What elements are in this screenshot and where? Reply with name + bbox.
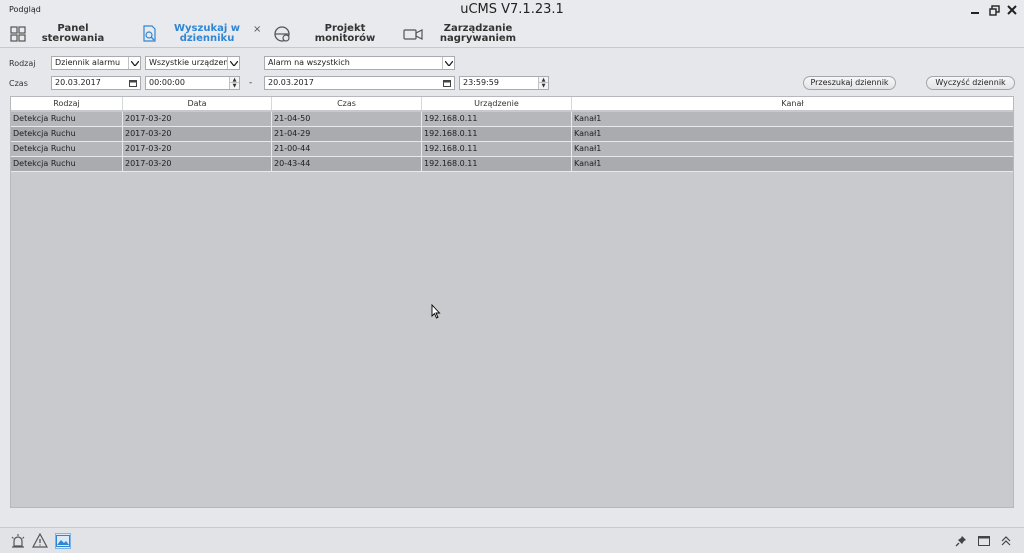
start-date-input[interactable]: 20.03.2017 [51,76,141,90]
cell-date: 2017-03-20 [123,112,272,126]
column-header[interactable]: Urządzenie [422,97,572,111]
cell-date: 2017-03-20 [123,142,272,156]
mouse-cursor-icon [431,304,441,319]
tab-monitor-project-label: Projekt monitorów [314,23,376,44]
cell-date: 2017-03-20 [123,127,272,141]
collapse-icon[interactable] [998,533,1014,549]
tab-search-log[interactable]: Wyszukaj w dzienniku [140,20,260,48]
cell-date: 2017-03-20 [123,157,272,171]
search-log-button[interactable]: Przeszukaj dziennik [803,76,896,90]
cell-channel: Kanał1 [574,114,602,123]
table-row[interactable]: Detekcja Ruchu 2017-03-20 21-04-50 192.1… [11,112,1013,127]
start-time-input[interactable]: 00:00:00 ▲ ▼ [145,76,240,90]
time-label: Czas [9,79,28,88]
warning-icon[interactable] [32,533,48,549]
tab-recording-management-label: Zarządzanie nagrywaniem [439,23,517,44]
status-bar [0,527,1024,553]
clear-log-button[interactable]: Wyczyść dziennik [926,76,1015,90]
cell-device: 192.168.0.11 [422,127,572,141]
column-header[interactable]: Data [123,97,272,111]
end-date-input[interactable]: 20.03.2017 [264,76,455,90]
tab-control-panel-label: Panel sterowania [41,23,105,44]
cell-type: Detekcja Ruchu [11,157,123,171]
log-type-select[interactable]: Dziennik alarmu [51,56,141,70]
device-select[interactable]: Wszystkie urządzenia [145,56,240,70]
cell-channel: Kanał1 [574,144,602,153]
cell-device: 192.168.0.11 [422,142,572,156]
calendar-icon[interactable] [128,78,138,88]
tab-close-icon[interactable]: × [253,24,261,35]
table-row[interactable]: Detekcja Ruchu 2017-03-20 20-43-44 192.1… [11,157,1013,172]
close-icon [1007,5,1017,15]
calendar-icon[interactable] [442,78,452,88]
tab-control-panel[interactable]: Panel sterowania [8,20,108,48]
cell-device: 192.168.0.11 [422,112,572,126]
chevron-down-icon [128,57,140,69]
column-header[interactable]: Rodzaj [11,97,123,111]
restore-icon [988,4,1000,16]
end-time-input[interactable]: 23:59:59 ▲ ▼ [459,76,549,90]
results-table: Rodzaj Data Czas Urządzenie Kanał Detekc… [10,96,1014,508]
grid-icon [8,24,28,44]
time-spinner[interactable]: ▲ ▼ [229,77,239,89]
restore-button[interactable] [987,3,1001,17]
cell-type: Detekcja Ruchu [11,142,123,156]
image-icon[interactable] [55,533,71,549]
column-header[interactable]: Kanał [572,97,1013,111]
tab-monitor-project[interactable]: Projekt monitorów [272,20,382,48]
camera-icon [403,24,423,44]
time-spinner[interactable]: ▲ ▼ [538,77,548,89]
cell-time: 21-00-44 [272,142,422,156]
range-separator: - [249,78,253,88]
type-label: Rodzaj [9,59,36,68]
filter-panel: Rodzaj Czas Dziennik alarmu Wszystkie ur… [0,49,1024,94]
search-log-icon [140,24,160,44]
tab-recording-management[interactable]: Zarządzanie nagrywaniem [403,20,523,48]
alarm-select[interactable]: Alarm na wszystkich [264,56,455,70]
cell-type: Detekcja Ruchu [11,112,123,126]
column-header[interactable]: Czas [272,97,422,111]
spin-down-icon: ▼ [232,83,237,89]
tab-search-log-label: Wyszukaj w dzienniku [174,23,240,44]
table-row[interactable]: Detekcja Ruchu 2017-03-20 21-04-29 192.1… [11,127,1013,142]
table-header: Rodzaj Data Czas Urządzenie Kanał [11,97,1013,111]
title-bar: Podgląd uCMS V7.1.23.1 [0,0,1024,20]
chevron-down-icon [227,57,239,69]
cell-time: 20-43-44 [272,157,422,171]
table-row[interactable]: Detekcja Ruchu 2017-03-20 21-00-44 192.1… [11,142,1013,157]
app-title: uCMS V7.1.23.1 [460,2,564,17]
cell-channel: Kanał1 [574,129,602,138]
cell-channel: Kanał1 [574,159,602,168]
close-window-button[interactable] [1005,3,1019,17]
monitor-project-icon [272,24,292,44]
alarm-light-icon[interactable] [10,533,26,549]
main-toolbar: Panel sterowania Wyszukaj w dzienniku × Pr… [0,20,1024,48]
window-icon[interactable] [976,533,992,549]
minimize-icon [971,12,979,14]
cell-type: Detekcja Ruchu [11,127,123,141]
minimize-button[interactable] [968,3,982,17]
spin-down-icon: ▼ [541,83,546,89]
cell-time: 21-04-29 [272,127,422,141]
cell-time: 21-04-50 [272,112,422,126]
pin-icon[interactable] [953,533,969,549]
chevron-down-icon [442,57,454,69]
cell-device: 192.168.0.11 [422,157,572,171]
